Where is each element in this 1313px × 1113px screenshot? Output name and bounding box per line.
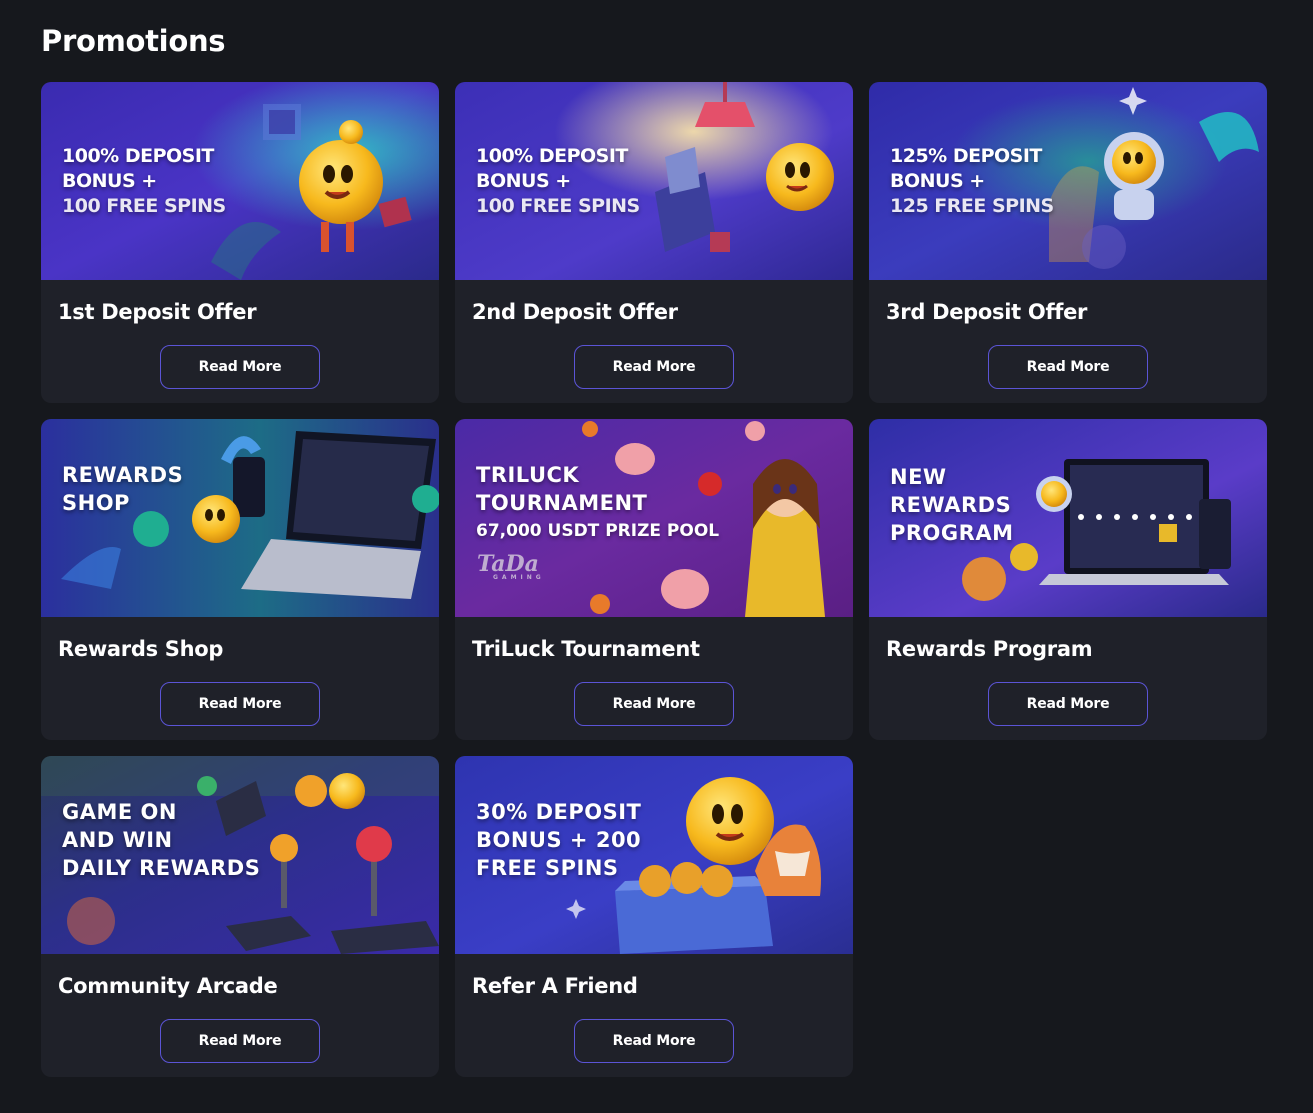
banner-line: BONUS + bbox=[890, 170, 985, 192]
read-more-button[interactable]: Read More bbox=[988, 682, 1148, 726]
promo-card-3rd-deposit[interactable]: 125% DEPOSIT BONUS + 125 FREE SPINS 3rd … bbox=[869, 82, 1267, 403]
promotions-grid: 100% DEPOSIT BONUS + 100 FREE SPINS 1st … bbox=[41, 82, 1272, 1077]
banner-line: AND WIN bbox=[62, 828, 173, 852]
banner-headline: NEW REWARDS PROGRAM bbox=[890, 463, 1013, 547]
read-more-button[interactable]: Read More bbox=[988, 345, 1148, 389]
read-more-button[interactable]: Read More bbox=[160, 682, 320, 726]
promo-card-1st-deposit[interactable]: 100% DEPOSIT BONUS + 100 FREE SPINS 1st … bbox=[41, 82, 439, 403]
banner-line: PROGRAM bbox=[890, 521, 1014, 545]
logo-subtext: GAMING bbox=[493, 574, 545, 581]
promo-banner[interactable]: 125% DEPOSIT BONUS + 125 FREE SPINS bbox=[869, 82, 1267, 280]
banner-line: 100% DEPOSIT bbox=[62, 145, 214, 167]
promo-banner[interactable]: 30% DEPOSIT BONUS + 200 FREE SPINS bbox=[455, 756, 853, 954]
promo-title: 1st Deposit Offer bbox=[58, 300, 257, 324]
banner-line: DAILY REWARDS bbox=[62, 856, 261, 880]
promo-banner[interactable]: REWARDS SHOP bbox=[41, 419, 439, 617]
promo-card-community-arcade[interactable]: GAME ON AND WIN DAILY REWARDS Community … bbox=[41, 756, 439, 1077]
read-more-button[interactable]: Read More bbox=[160, 1019, 320, 1063]
promo-banner[interactable]: TRILUCK TOURNAMENT 67,000 USDT PRIZE POO… bbox=[455, 419, 853, 617]
banner-headline: 30% DEPOSIT BONUS + 200 FREE SPINS bbox=[476, 798, 641, 882]
promo-banner[interactable]: 100% DEPOSIT BONUS + 100 FREE SPINS bbox=[455, 82, 853, 280]
banner-line: 30% DEPOSIT bbox=[476, 800, 642, 824]
banner-headline: REWARDS SHOP bbox=[62, 461, 183, 517]
promo-card-refer-a-friend[interactable]: 30% DEPOSIT BONUS + 200 FREE SPINS Refer… bbox=[455, 756, 853, 1077]
banner-line: FREE SPINS bbox=[476, 856, 619, 880]
promo-title: 2nd Deposit Offer bbox=[472, 300, 678, 324]
banner-headline: 125% DEPOSIT BONUS + 125 FREE SPINS bbox=[890, 144, 1054, 219]
banner-line: BONUS + bbox=[476, 170, 571, 192]
banner-line: GAME ON bbox=[62, 800, 177, 824]
promo-card-2nd-deposit[interactable]: 100% DEPOSIT BONUS + 100 FREE SPINS 2nd … bbox=[455, 82, 853, 403]
promo-banner[interactable]: GAME ON AND WIN DAILY REWARDS bbox=[41, 756, 439, 954]
banner-line: 67,000 USDT PRIZE POOL bbox=[476, 521, 720, 541]
banner-line: SHOP bbox=[62, 491, 130, 515]
read-more-button[interactable]: Read More bbox=[160, 345, 320, 389]
promotions-page: Promotions 100% DEPOSIT BONUS + 100 FREE… bbox=[0, 0, 1313, 1113]
tada-gaming-logo: TaDa GAMING bbox=[477, 551, 545, 581]
promo-title: Rewards Program bbox=[886, 637, 1093, 661]
promo-card-rewards-shop[interactable]: REWARDS SHOP Rewards Shop Read More bbox=[41, 419, 439, 740]
banner-line: REWARDS bbox=[62, 463, 184, 487]
promo-title: 3rd Deposit Offer bbox=[886, 300, 1088, 324]
promo-title: Community Arcade bbox=[58, 974, 278, 998]
banner-line: TOURNAMENT bbox=[476, 491, 648, 515]
banner-line: 125% DEPOSIT bbox=[890, 145, 1042, 167]
promo-banner[interactable]: NEW REWARDS PROGRAM bbox=[869, 419, 1267, 617]
banner-line: NEW bbox=[890, 465, 947, 489]
banner-line: 100 FREE SPINS bbox=[62, 195, 226, 217]
banner-line: TRILUCK bbox=[476, 463, 580, 487]
banner-headline: 100% DEPOSIT BONUS + 100 FREE SPINS bbox=[62, 144, 226, 219]
banner-line: 125 FREE SPINS bbox=[890, 195, 1054, 217]
banner-line: 100% DEPOSIT bbox=[476, 145, 628, 167]
banner-headline: GAME ON AND WIN DAILY REWARDS bbox=[62, 798, 260, 882]
promo-title: Rewards Shop bbox=[58, 637, 224, 661]
banner-headline: 100% DEPOSIT BONUS + 100 FREE SPINS bbox=[476, 144, 640, 219]
banner-line: 100 FREE SPINS bbox=[476, 195, 640, 217]
read-more-button[interactable]: Read More bbox=[574, 682, 734, 726]
promo-card-rewards-program[interactable]: NEW REWARDS PROGRAM Rewards Program Read… bbox=[869, 419, 1267, 740]
banner-artwork bbox=[41, 419, 439, 617]
promo-card-triluck-tournament[interactable]: TRILUCK TOURNAMENT 67,000 USDT PRIZE POO… bbox=[455, 419, 853, 740]
read-more-button[interactable]: Read More bbox=[574, 345, 734, 389]
banner-headline: TRILUCK TOURNAMENT 67,000 USDT PRIZE POO… bbox=[476, 461, 719, 545]
promo-title: Refer A Friend bbox=[472, 974, 638, 998]
banner-line: REWARDS bbox=[890, 493, 1012, 517]
promo-banner[interactable]: 100% DEPOSIT BONUS + 100 FREE SPINS bbox=[41, 82, 439, 280]
promo-title: TriLuck Tournament bbox=[472, 637, 700, 661]
banner-line: BONUS + bbox=[62, 170, 157, 192]
read-more-button[interactable]: Read More bbox=[574, 1019, 734, 1063]
banner-line: BONUS + 200 bbox=[476, 828, 642, 852]
page-title: Promotions bbox=[41, 24, 226, 58]
